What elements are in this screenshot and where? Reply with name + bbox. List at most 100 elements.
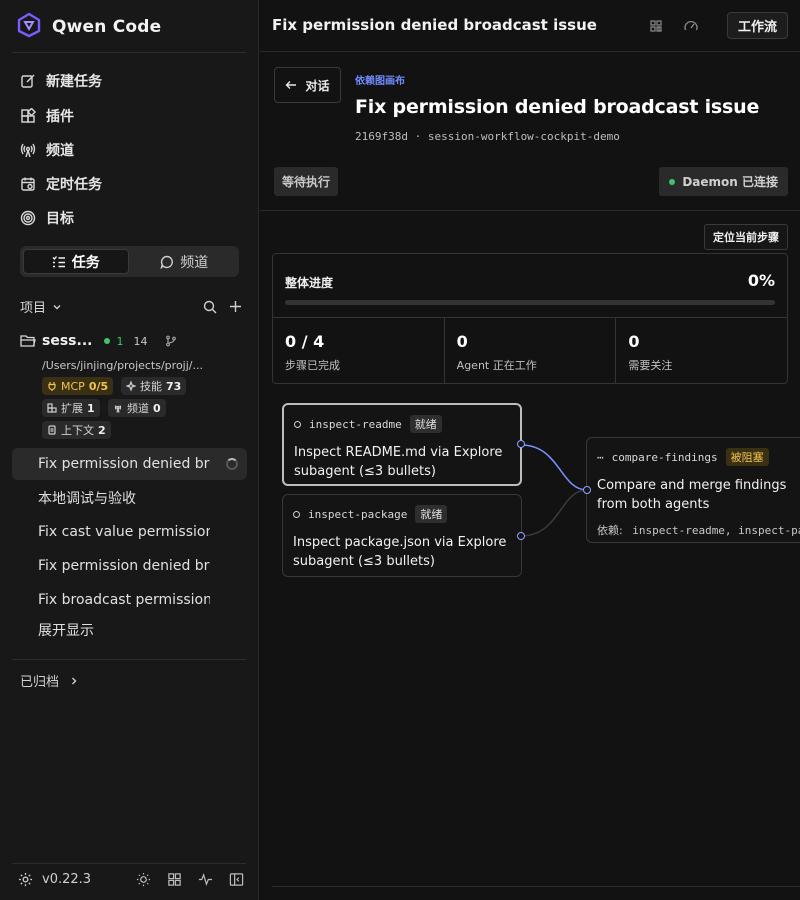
tab-channels[interactable]: 频道 [133, 249, 237, 274]
node-header: inspect-readme 就绪 [294, 415, 510, 433]
calendar-icon [21, 177, 35, 191]
progress-percent: 0% [747, 271, 775, 290]
tab-label: 频道 [180, 254, 209, 271]
stat-steps-done: 0 / 4 步骤已完成 [273, 318, 445, 384]
archived-section[interactable]: 已归档 [20, 671, 79, 690]
tab-label: 任务 [71, 254, 100, 271]
extensions-chip[interactable]: 扩展 1 [42, 399, 100, 417]
nav-label: 插件 [46, 109, 74, 125]
qr-code-icon[interactable] [648, 18, 664, 34]
stat-caption: 需要关注 [628, 359, 673, 372]
output-port[interactable] [517, 440, 525, 448]
search-icon[interactable] [203, 300, 217, 314]
mcp-label: MCP [61, 379, 85, 393]
status-badge: 就绪 [415, 505, 448, 523]
skills-chip[interactable]: 技能 73 [121, 377, 187, 395]
workflow-button[interactable]: 工作流 [726, 12, 788, 39]
nav-scheduled[interactable]: 定时任务 [20, 173, 102, 195]
loading-spinner-icon [226, 458, 238, 470]
header-divider [260, 210, 800, 211]
back-to-chat-button[interactable]: 对话 [274, 67, 341, 103]
node-inspect-readme[interactable]: inspect-readme 就绪 Inspect README.md via … [282, 403, 522, 486]
task-item[interactable]: Fix cast value permission issue [12, 516, 247, 548]
workspace-name: sess... [42, 333, 93, 349]
status-badge: 被阻塞 [725, 448, 769, 466]
progress-card: 整体进度 0% 0 / 4 步骤已完成 0 Agent 正在工作 0 需要关注 [272, 253, 788, 384]
document-icon [48, 425, 56, 435]
tab-tasks[interactable]: 任务 [23, 249, 129, 274]
skills-label: 技能 [140, 380, 162, 393]
node-compare-findings[interactable]: ⋯ compare-findings 被阻塞 Compare and merge… [586, 437, 800, 543]
sidebar-collapse-icon[interactable] [229, 872, 244, 887]
edge-package-to-compare [520, 489, 588, 537]
task-item-active[interactable]: Fix permission denied broadcast issue [12, 448, 247, 480]
nav-label: 新建任务 [46, 74, 102, 90]
dependency-canvas[interactable]: inspect-readme 就绪 Inspect README.md via … [260, 395, 800, 885]
plugin-icon [47, 403, 57, 413]
input-port[interactable] [583, 486, 591, 494]
skills-value: 73 [166, 379, 182, 393]
nav-new-task[interactable]: 新建任务 [20, 70, 102, 92]
context-label: 上下文 [61, 424, 94, 437]
output-port[interactable] [517, 532, 525, 540]
node-inspect-package[interactable]: inspect-package 就绪 Inspect package.json … [282, 494, 522, 577]
task-title: Fix broadcast permission issue [38, 592, 210, 608]
node-description: Compare and merge findings from both age… [597, 478, 787, 512]
task-item[interactable]: 本地调试与验收 [12, 482, 247, 514]
brand[interactable]: Qwen Code [16, 12, 161, 40]
broadcast-icon [114, 405, 122, 413]
status-dot-icon [669, 178, 676, 185]
target-icon [20, 210, 36, 226]
broadcast-icon [20, 143, 36, 158]
plugin-icon [21, 108, 36, 123]
extensions-value: 1 [87, 401, 95, 415]
activity-icon[interactable] [198, 872, 213, 887]
mcp-value: 0/5 [88, 379, 109, 393]
nav-goals[interactable]: 目标 [20, 207, 74, 229]
gauge-icon[interactable] [683, 18, 699, 34]
channels-chip[interactable]: 频道 0 [108, 399, 166, 417]
version-label: v0.22.3 [42, 872, 92, 887]
list-icon [52, 255, 65, 267]
stat-value: 0 / 4 [285, 332, 325, 351]
task-title: Fix permission denied broadcast issue [38, 456, 210, 472]
task-title: Fix permission denied broadcast issue [38, 558, 210, 574]
task-item[interactable]: Fix broadcast permission issue [12, 584, 247, 616]
workspace-row[interactable]: sess... 1 14 [20, 333, 242, 349]
task-item[interactable]: Fix permission denied broadcast issue [12, 550, 247, 582]
sidebar: Qwen Code 新建任务 插件 频道 定时任务 目标 任务 频道 项目 se… [0, 0, 259, 900]
projects-title[interactable]: 项目 [20, 297, 62, 316]
sidebar-footer: v0.22.3 [18, 872, 244, 887]
plus-icon[interactable] [229, 300, 242, 313]
sun-icon[interactable] [136, 872, 151, 887]
page-title: Fix permission denied broadcast issue [355, 96, 760, 118]
edge-readme-to-compare [520, 444, 588, 491]
progress-stats: 0 / 4 步骤已完成 0 Agent 正在工作 0 需要关注 [273, 317, 787, 384]
node-header: inspect-package 就绪 [293, 505, 511, 523]
arrow-left-icon [285, 81, 297, 89]
nav-channels[interactable]: 频道 [20, 139, 74, 161]
workspace-total-count: 14 [133, 334, 148, 348]
node-header: ⋯ compare-findings 被阻塞 [597, 448, 800, 466]
stat-value: 0 [628, 332, 640, 351]
mcp-chip[interactable]: MCP 0/5 [42, 377, 114, 395]
dependencies-label: 依赖: [597, 524, 623, 537]
chevron-right-icon [72, 677, 77, 684]
top-bar: Fix permission denied broadcast issue 工作… [260, 0, 800, 52]
node-description: Inspect README.md via Explore subagent (… [294, 445, 503, 479]
stat-caption: Agent 正在工作 [456, 359, 537, 372]
sidebar-divider [12, 863, 246, 864]
sidebar-divider [12, 52, 246, 53]
daemon-status-badge: Daemon 已连接 [659, 167, 788, 196]
context-chip[interactable]: 上下文 2 [42, 421, 111, 439]
nav-plugins[interactable]: 插件 [20, 105, 74, 127]
locate-current-step-button[interactable]: 定位当前步骤 [704, 224, 788, 250]
gear-icon[interactable] [18, 872, 33, 887]
show-more-link[interactable]: 展开显示 [12, 614, 247, 646]
grid-icon[interactable] [167, 872, 182, 887]
waiting-status-button[interactable]: 等待执行 [274, 167, 339, 196]
chevron-down-icon [53, 304, 61, 309]
breadcrumb[interactable]: 依赖图画布 [355, 72, 405, 87]
channels-value: 0 [153, 401, 161, 415]
back-label: 对话 [305, 78, 330, 93]
